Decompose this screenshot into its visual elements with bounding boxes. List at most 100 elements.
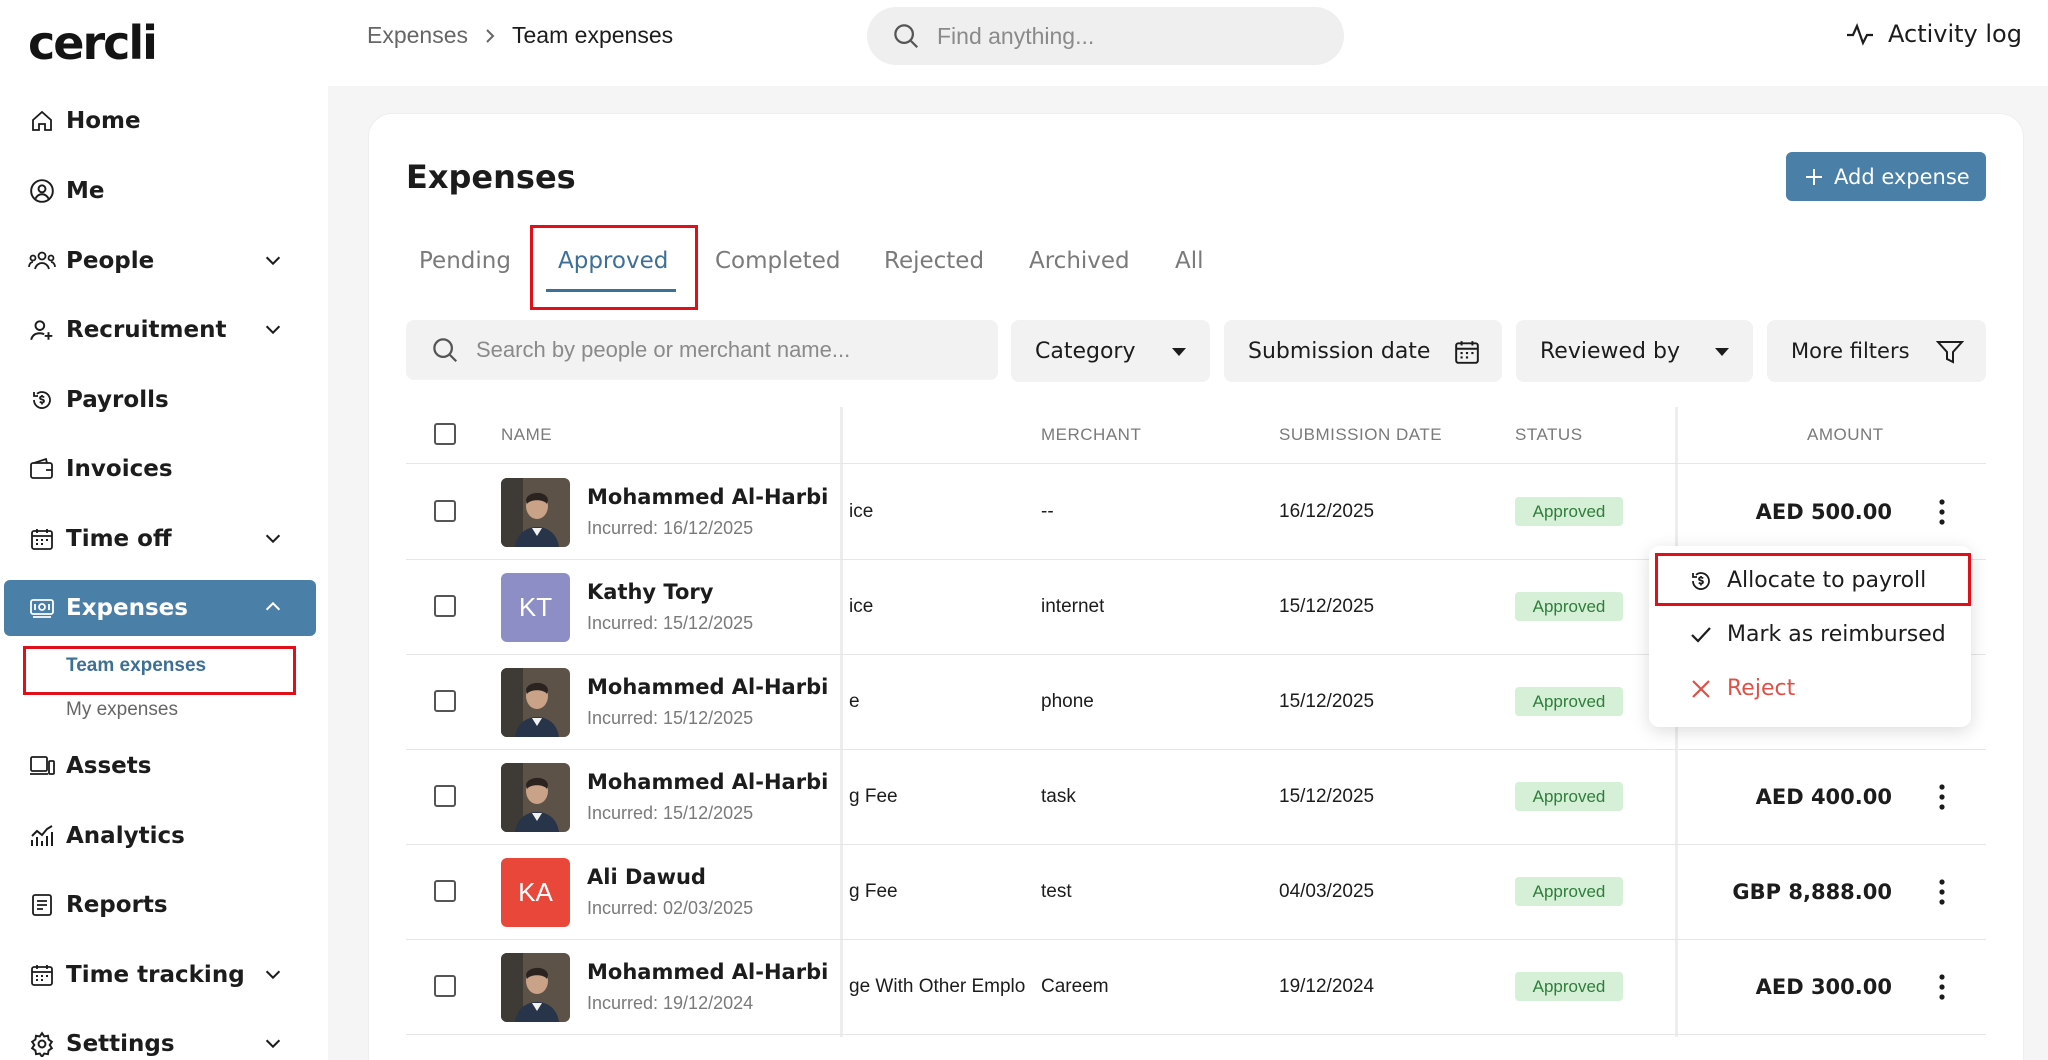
sidebar-item-expenses[interactable]: Expenses [4,580,316,636]
row-checkbox[interactable] [434,785,456,807]
sidebar-item-label: Assets [66,753,152,779]
add-expense-button[interactable]: Add expense [1786,152,1986,201]
sidebar-item-home[interactable]: Home [4,93,316,149]
more-actions-icon[interactable] [1930,781,1954,813]
more-filters-label: More filters [1791,339,1910,363]
sidebar-item-label: People [66,248,155,274]
sidebar: cercli Home Me People Recruitment Payrol… [0,0,328,1060]
employee-name[interactable]: Kathy Tory [587,580,713,604]
row-checkbox[interactable] [434,595,456,617]
category-filter[interactable]: Category [1011,320,1210,382]
employee-name[interactable]: Mohammed Al-Harbi [587,485,828,509]
mark-as-reimbursed-menu-item[interactable]: Mark as reimbursed [1689,622,1946,647]
employee-name[interactable]: Ali Dawud [587,865,706,889]
avatar [501,953,570,1022]
reviewed-by-filter[interactable]: Reviewed by [1516,320,1753,382]
merchant: phone [1041,691,1094,712]
sidebar-item-people[interactable]: People [4,233,316,289]
status-badge: Approved [1515,497,1623,526]
reject-menu-item[interactable]: Reject [1689,676,1795,701]
sidebar-item-label: Recruitment [66,317,227,343]
calendar-icon [28,525,56,553]
table-divider [406,939,1986,940]
row-checkbox[interactable] [434,975,456,997]
chevron-right-icon [482,26,498,46]
allocate-to-payroll-highlight [1655,553,1971,606]
user-circle-icon [28,177,56,205]
menu-item-label: Mark as reimbursed [1727,622,1946,647]
sidebar-item-time-tracking[interactable]: Time tracking [4,947,316,1003]
incurred-date: Incurred: 02/03/2025 [587,898,754,918]
merchant: test [1041,881,1072,902]
employee-name[interactable]: Mohammed Al-Harbi [587,675,828,699]
more-filters-button[interactable]: More filters [1767,320,1986,382]
activity-icon [1846,22,1874,46]
chevron-down-icon [262,249,284,271]
frozen-column-divider [840,407,843,1037]
avatar [501,478,570,547]
page-title: Expenses [406,158,576,196]
row-checkbox[interactable] [434,500,456,522]
select-all-checkbox[interactable] [434,423,456,445]
sidebar-item-time-off[interactable]: Time off [4,511,316,567]
cercli-logo[interactable]: cercli [28,16,158,70]
incurred-date: Incurred: 15/12/2025 [587,803,754,823]
expense-description: ge With Other Emplo [849,976,1026,997]
column-header-name[interactable]: NAME [501,425,552,445]
global-search-input[interactable]: Find anything... [867,7,1344,65]
column-header-submission-date[interactable]: SUBMISSION DATE [1279,425,1442,445]
tab-archived[interactable]: Archived [1029,248,1130,274]
activity-log-button[interactable]: Activity log [1846,20,2022,48]
sidebar-item-label: Analytics [66,823,185,849]
avatar [501,668,570,737]
sidebar-item-analytics[interactable]: Analytics [4,808,316,864]
user-plus-icon [28,316,56,344]
activity-log-label: Activity log [1888,20,2022,48]
breadcrumb-expenses[interactable]: Expenses [367,22,468,49]
category-filter-label: Category [1035,338,1136,364]
sidebar-item-reports[interactable]: Reports [4,877,316,933]
amount: AED 500.00 [1755,500,1892,524]
submission-date: 15/12/2025 [1279,596,1375,617]
sidebar-item-label: Me [66,178,105,204]
filter-icon [1936,339,1964,365]
sidebar-item-assets[interactable]: Assets [4,738,316,794]
tab-pending[interactable]: Pending [419,248,511,274]
tab-completed[interactable]: Completed [715,248,840,274]
more-actions-icon[interactable] [1930,496,1954,528]
status-badge: Approved [1515,972,1623,1001]
sidebar-item-invoices[interactable]: Invoices [4,441,316,497]
column-header-merchant[interactable]: MERCHANT [1041,425,1141,445]
chevron-down-icon [262,1032,284,1054]
submission-date-filter[interactable]: Submission date [1224,320,1502,382]
sidebar-subitem-my-expenses[interactable]: My expenses [66,699,178,721]
sidebar-item-recruitment[interactable]: Recruitment [4,302,316,358]
sidebar-item-payrolls[interactable]: Payrolls [4,372,316,428]
chevron-down-icon [262,318,284,340]
tab-all[interactable]: All [1175,248,1204,274]
calendar-icon [28,961,56,989]
report-icon [28,891,56,919]
tab-rejected[interactable]: Rejected [884,248,984,274]
table-search-input[interactable]: Search by people or merchant name... [406,320,998,380]
payroll-icon [28,386,56,414]
merchant: task [1041,786,1076,807]
avatar: KA [501,858,570,927]
column-header-status[interactable]: STATUS [1515,425,1583,445]
caret-down-icon [1170,346,1188,358]
amount: AED 300.00 [1755,975,1892,999]
column-header-amount[interactable]: AMOUNT [1807,425,1884,445]
avatar [501,763,570,832]
sidebar-item-label: Expenses [66,595,188,621]
row-checkbox[interactable] [434,880,456,902]
row-checkbox[interactable] [434,690,456,712]
sidebar-item-settings[interactable]: Settings [4,1016,316,1060]
add-expense-label: Add expense [1834,164,1970,189]
sidebar-item-me[interactable]: Me [4,163,316,219]
more-actions-icon[interactable] [1930,876,1954,908]
more-actions-icon[interactable] [1930,971,1954,1003]
employee-name[interactable]: Mohammed Al-Harbi [587,770,828,794]
employee-name[interactable]: Mohammed Al-Harbi [587,960,828,984]
search-icon [430,335,460,365]
money-icon [28,594,56,622]
